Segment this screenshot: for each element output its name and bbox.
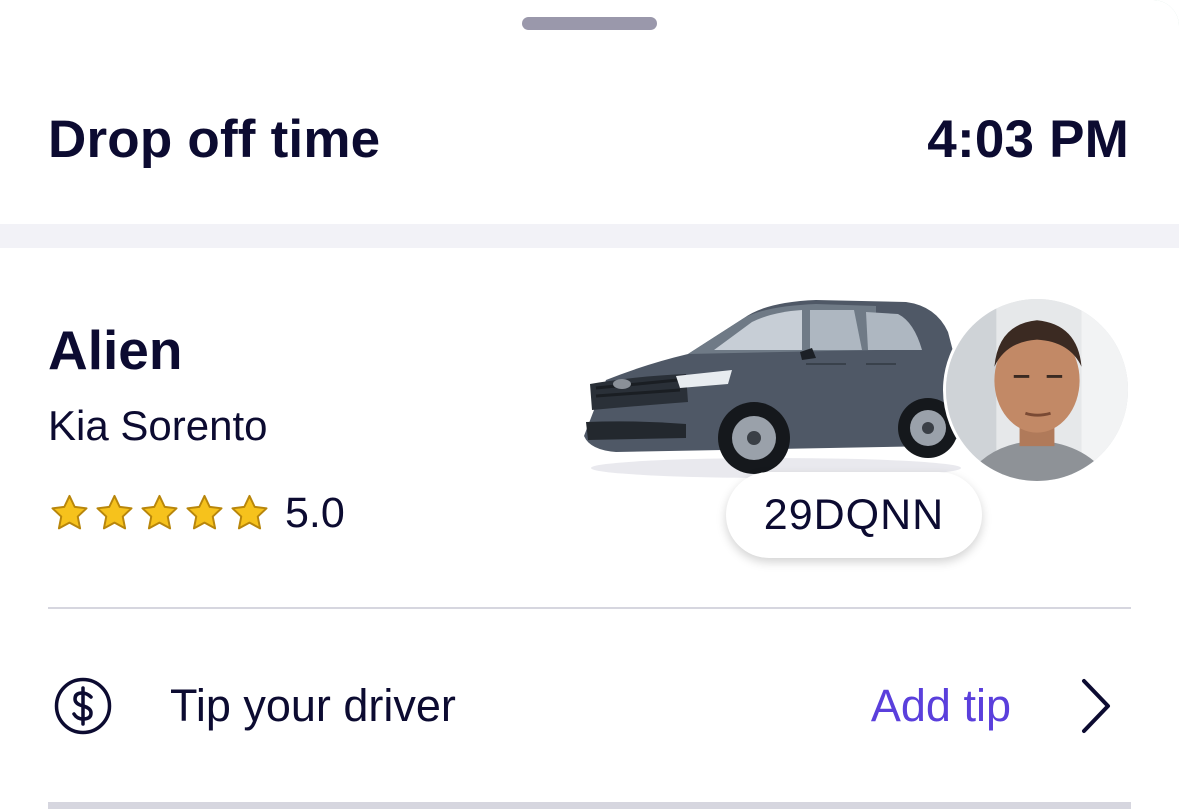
dollar-circle-icon <box>54 677 112 735</box>
chevron-right-icon[interactable] <box>1079 676 1113 736</box>
star-icon <box>186 494 223 530</box>
section-separator <box>0 224 1179 248</box>
dropoff-time-row: Drop off time 4:03 PM <box>48 104 1129 174</box>
rating-stars <box>48 492 271 535</box>
add-tip-link[interactable]: Add tip <box>871 680 1011 732</box>
rating-value: 5.0 <box>285 489 345 537</box>
tip-driver-row[interactable]: Tip your driver Add tip <box>48 660 1131 750</box>
vehicle-image <box>584 300 962 478</box>
sheet-surface: Drop off time 4:03 PM Alien Kia Sorento … <box>0 0 1179 809</box>
sheet-grabber-handle[interactable] <box>522 17 657 30</box>
star-icon <box>96 494 133 530</box>
driver-rating: 5.0 <box>48 489 345 538</box>
driver-name: Alien <box>48 319 183 381</box>
driver-photo <box>946 299 1128 481</box>
dropoff-time-value: 4:03 PM <box>927 109 1129 169</box>
driver-avatar <box>943 296 1131 484</box>
divider <box>48 607 1131 609</box>
license-plate-badge: 29DQNN <box>726 472 982 558</box>
trip-details-sheet: Drop off time 4:03 PM Alien Kia Sorento … <box>0 0 1179 809</box>
bottom-separator <box>48 802 1131 809</box>
dropoff-time-label: Drop off time <box>48 109 381 169</box>
star-icon <box>141 494 178 530</box>
star-icon <box>231 494 268 530</box>
star-icon <box>51 494 88 530</box>
tip-your-driver-label: Tip your driver <box>170 680 456 731</box>
vehicle-model: Kia Sorento <box>48 402 268 449</box>
